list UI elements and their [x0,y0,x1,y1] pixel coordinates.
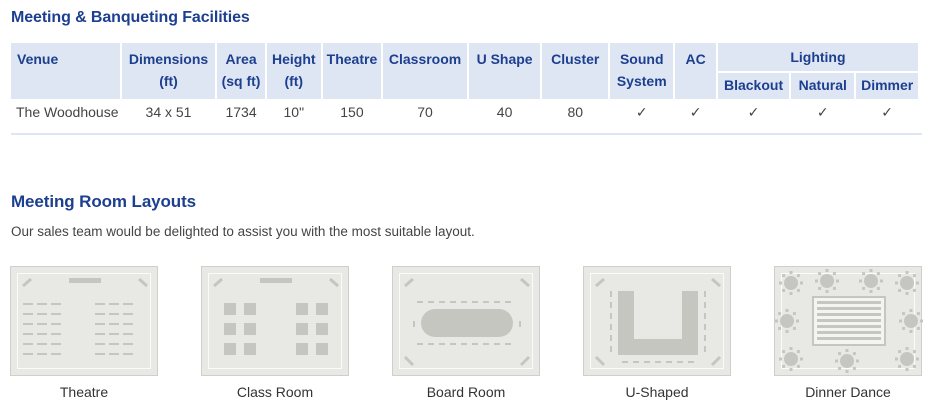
layouts-gallery: Theatre Class Room Board Room U-Shaped D… [0,266,933,416]
cell-cluster: 80 [567,104,584,120]
classroom-layout-card [201,266,349,376]
header-natural: Natural [791,73,855,99]
theatre-layout-card [10,266,158,376]
classroom-layout-icon [213,277,339,355]
layouts-subtitle: Our sales team would be delighted to ass… [11,224,475,239]
facilities-title: Meeting & Banqueting Facilities [11,9,250,26]
header-classroom: Classroom [383,43,467,99]
cell-area: 1734 [225,104,257,120]
header-dimmer: Dimmer [856,73,918,99]
row-divider [11,133,922,135]
header-area: Area (sq ft) [217,43,265,99]
cell-ushape: 40 [496,104,513,120]
u-shaped-layout-card [583,266,731,376]
boardroom-layout-card [392,266,540,376]
layout-label-classroom: Class Room [236,384,314,400]
cell-venue: The Woodhouse [16,104,119,120]
header-cluster: Cluster [542,43,609,99]
layout-label-theatre: Theatre [59,384,109,400]
u-shaped-layout-icon [594,277,722,367]
cell-height: 10" [283,104,305,120]
layout-label-u-shaped: U-Shaped [625,384,689,400]
cell-sound-system: ✓ [635,104,648,120]
layout-label-dinner-dance: Dinner Dance [805,384,891,400]
cell-theatre: 150 [340,104,364,120]
header-venue: Venue [11,43,120,99]
facilities-table: Venue Dimensions (ft) Area (sq ft) Heigh… [9,43,920,131]
layout-label-boardroom: Board Room [426,384,506,400]
header-lighting: Lighting [717,43,918,73]
cell-blackout: ✓ [747,104,760,120]
dinner-dance-layout-card [774,266,923,376]
header-blackout: Blackout [717,73,790,99]
cell-ac: ✓ [689,104,702,120]
header-dimensions: Dimensions (ft) [121,43,216,99]
header-sound-system: Sound System [610,43,674,99]
header-height: Height (ft) [266,43,321,99]
header-theatre: Theatre [322,43,382,99]
cell-dimmer: ✓ [881,104,894,120]
cell-natural: ✓ [816,104,829,120]
boardroom-layout-icon [403,277,531,367]
dinner-dance-layout-icon [775,269,923,373]
table-row: The Woodhouse 34 x 51 1734 10" 150 70 40… [11,99,918,131]
header-ushape: U Shape [468,43,541,99]
cell-dimensions: 34 x 51 [145,104,192,120]
layouts-title: Meeting Room Layouts [11,192,197,211]
header-ac: AC [675,43,716,99]
theatre-layout-icon [22,277,148,355]
cell-classroom: 70 [417,104,433,120]
